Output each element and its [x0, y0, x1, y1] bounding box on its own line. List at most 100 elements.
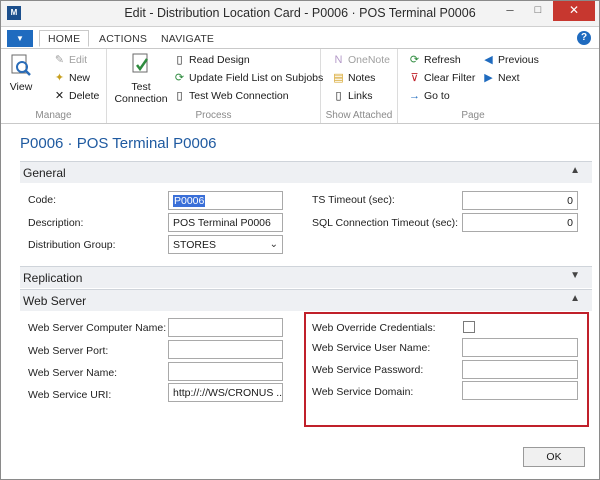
- code-value: P0006: [173, 195, 206, 207]
- sql-timeout-label: SQL Connection Timeout (sec):: [312, 217, 459, 229]
- links-label: Links: [348, 90, 373, 102]
- page-group-label: Page: [461, 110, 485, 121]
- refresh-button[interactable]: ⟳ Refresh: [408, 52, 461, 69]
- view-icon: [11, 54, 31, 76]
- test-web-connection-label: Test Web Connection: [189, 90, 289, 102]
- clear-filter-label: Clear Filter: [424, 72, 476, 84]
- delete-x-icon: ✕: [54, 90, 65, 102]
- links-icon: ▯: [335, 90, 342, 102]
- web-service-uri-field[interactable]: http://://WS/CRONUS ...: [168, 383, 283, 402]
- ts-timeout-label: TS Timeout (sec):: [312, 194, 395, 206]
- ribbon-group-page: ⟳ Refresh ⊽ Clear Filter → Go to ◀ Previous …: [398, 49, 548, 123]
- test-connection-label-1: Test: [131, 81, 151, 93]
- code-label: Code:: [28, 194, 57, 206]
- delete-button[interactable]: ✕ Delete: [53, 88, 99, 105]
- tab-navigate[interactable]: NAVIGATE: [153, 31, 222, 48]
- highlight-annotation-box: [304, 312, 589, 427]
- close-button[interactable]: ✕: [553, 1, 595, 21]
- description-label: Description:: [28, 217, 84, 229]
- clear-filter-icon: ⊽: [410, 72, 419, 84]
- distribution-group-select[interactable]: STORES ⌄: [168, 235, 283, 254]
- web-server-computer-name-field[interactable]: [168, 318, 283, 337]
- web-server-name-label: Web Server Name:: [28, 367, 118, 379]
- go-to-label: Go to: [424, 90, 450, 102]
- test-connection-icon: [132, 53, 149, 73]
- document-check-icon: ▯: [176, 90, 183, 102]
- sql-timeout-field[interactable]: 0: [462, 213, 578, 232]
- refresh-icon: ⟳: [409, 54, 420, 66]
- new-label: New: [69, 72, 91, 84]
- onenote-label: OneNote: [348, 54, 391, 66]
- update-field-list-label: Update Field List on Subjobs: [189, 72, 324, 84]
- web-server-name-field[interactable]: [168, 362, 283, 381]
- web-server-computer-name-label: Web Server Computer Name:: [28, 322, 167, 334]
- ok-button[interactable]: OK: [523, 447, 585, 467]
- help-icon[interactable]: ?: [577, 31, 591, 45]
- previous-button[interactable]: ◀ Previous: [482, 52, 539, 69]
- update-field-list-button[interactable]: ⟳ Update Field List on Subjobs: [173, 70, 323, 87]
- edit-label: Edit: [69, 54, 88, 66]
- ribbon: View ✎ Edit ✦ New ✕ Delete Manage Test Conn…: [1, 48, 599, 124]
- next-button[interactable]: ▶ Next: [482, 70, 520, 87]
- links-button[interactable]: ▯ Links: [332, 88, 373, 105]
- replication-header-label: Replication: [23, 271, 83, 285]
- previous-arrow-icon: ◀: [484, 54, 493, 66]
- chevron-up-icon[interactable]: ▲: [570, 293, 580, 304]
- go-to-button[interactable]: → Go to: [408, 88, 450, 105]
- title-bar: M Edit - Distribution Location Card - P0…: [1, 1, 599, 27]
- arrow-right-icon: →: [409, 90, 420, 102]
- pencil-icon: ✎: [54, 54, 65, 66]
- code-field[interactable]: P0006: [168, 191, 283, 210]
- web-server-header-label: Web Server: [23, 294, 87, 308]
- test-connection-label-2: Connection: [114, 93, 168, 105]
- delete-label: Delete: [69, 90, 100, 102]
- distribution-group-label: Distribution Group:: [28, 239, 116, 251]
- ribbon-group-manage: View ✎ Edit ✦ New ✕ Delete Manage: [1, 49, 107, 123]
- next-label: Next: [498, 72, 520, 84]
- page-title: P0006 · POS Terminal P0006: [20, 135, 217, 152]
- test-connection-button[interactable]: Test Connection: [113, 53, 169, 105]
- web-server-port-field[interactable]: [168, 340, 283, 359]
- description-field[interactable]: POS Terminal P0006: [168, 213, 283, 232]
- edit-button[interactable]: ✎ Edit: [53, 52, 87, 69]
- maximize-button[interactable]: □: [525, 1, 551, 21]
- show-attached-group-label: Show Attached: [325, 110, 393, 121]
- fasttab-general-header[interactable]: General ▲: [20, 161, 592, 183]
- clear-filter-button[interactable]: ⊽ Clear Filter: [408, 70, 475, 87]
- ribbon-group-show-attached: N OneNote ▤ Notes ▯ Links Show Attached: [321, 49, 398, 123]
- previous-label: Previous: [498, 54, 539, 66]
- general-header-label: General: [23, 166, 66, 180]
- ribbon-group-process: Test Connection ▯ Read Design ⟳ Update Fie…: [107, 49, 323, 123]
- read-design-label: Read Design: [189, 54, 250, 66]
- fasttab-web-server-header[interactable]: Web Server ▲: [20, 289, 592, 311]
- web-server-port-label: Web Server Port:: [28, 345, 109, 357]
- edit-distribution-location-window: M Edit - Distribution Location Card - P0…: [0, 0, 600, 480]
- next-arrow-icon: ▶: [484, 72, 493, 84]
- notes-icon: ▤: [333, 72, 344, 84]
- onenote-button[interactable]: N OneNote: [332, 52, 391, 69]
- new-button[interactable]: ✦ New: [53, 70, 90, 87]
- process-group-label: Process: [195, 110, 232, 121]
- view-label: View: [9, 81, 33, 93]
- notes-button[interactable]: ▤ Notes: [332, 70, 375, 87]
- onenote-icon: N: [334, 54, 343, 66]
- refresh-label: Refresh: [424, 54, 461, 66]
- refresh-green-icon: ⟳: [174, 72, 185, 84]
- manage-group-label: Manage: [35, 110, 72, 121]
- read-design-button[interactable]: ▯ Read Design: [173, 52, 250, 69]
- fasttab-replication-header[interactable]: Replication ▼: [20, 266, 592, 288]
- tab-home[interactable]: HOME: [39, 30, 90, 47]
- view-button[interactable]: View: [6, 53, 36, 93]
- minimize-button[interactable]: –: [497, 1, 523, 21]
- application-menu-button[interactable]: ▼: [7, 30, 33, 47]
- notes-label: Notes: [348, 72, 376, 84]
- distribution-group-value: STORES: [173, 239, 216, 251]
- document-icon: ▯: [176, 54, 183, 66]
- ts-timeout-field[interactable]: 0: [462, 191, 578, 210]
- test-web-connection-button[interactable]: ▯ Test Web Connection: [173, 88, 289, 105]
- chevron-up-icon[interactable]: ▲: [570, 165, 580, 176]
- tab-actions[interactable]: ACTIONS: [91, 31, 155, 48]
- new-document-icon: ✦: [54, 72, 65, 84]
- chevron-down-icon[interactable]: ▼: [570, 270, 580, 281]
- chevron-down-icon: ⌄: [269, 239, 278, 250]
